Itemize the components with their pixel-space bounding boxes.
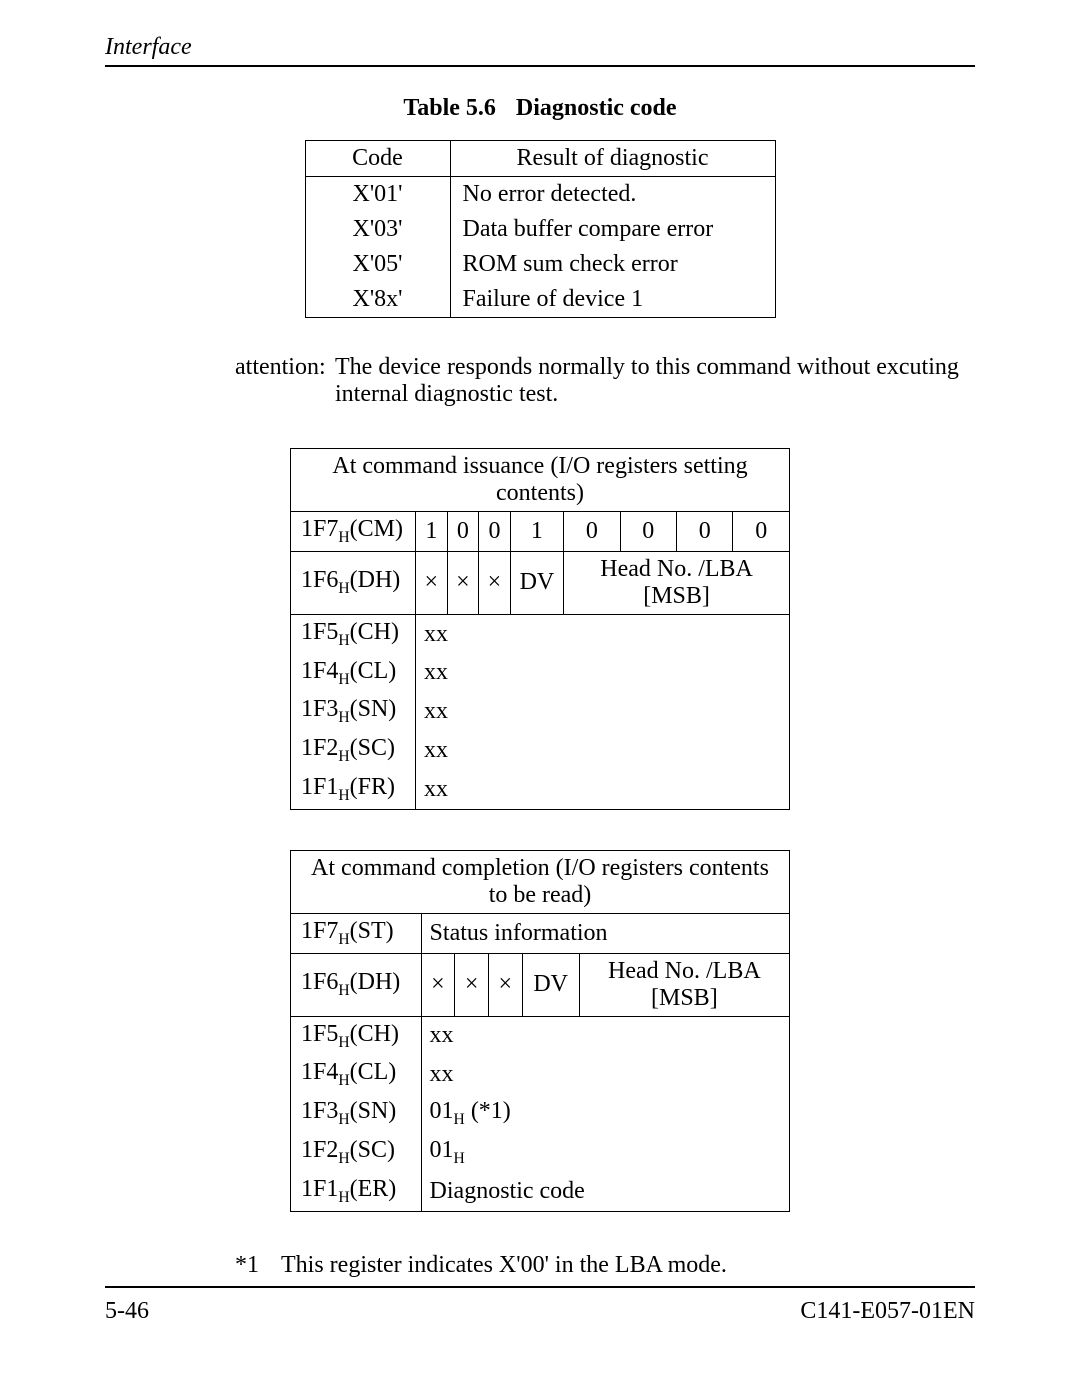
reg-label: 1F3H(SN) [291, 692, 416, 731]
bit-cell: 1 [510, 512, 563, 552]
attention-text: The device responds normally to this com… [335, 354, 975, 408]
page-number: 5-46 [105, 1298, 149, 1325]
reg-label: 1F7H(ST) [291, 913, 422, 953]
value-cell: xx [416, 654, 790, 693]
reg-label: 1F7H(CM) [291, 512, 416, 552]
reg-label: 1F4H(CL) [291, 654, 416, 693]
value-cell: xx [416, 731, 790, 770]
reg-label: 1F1H(ER) [291, 1172, 422, 1211]
result-cell: Failure of device 1 [450, 282, 775, 318]
bit-cell: × [479, 551, 511, 614]
reg-label: 1F5H(CH) [291, 614, 416, 653]
table-row: 1F1H(ER) Diagnostic code [291, 1172, 790, 1211]
attention-label: attention: [235, 354, 335, 408]
table-row: 1F3H(SN) xx [291, 692, 790, 731]
table-row: X'03' Data buffer compare error [305, 212, 775, 247]
bit-cell: DV [510, 551, 563, 614]
value-cell: Diagnostic code [421, 1172, 789, 1211]
caption-number: Table 5.6 [403, 95, 495, 121]
table-row: 1F2H(SC) xx [291, 731, 790, 770]
running-header: Interface [105, 34, 975, 67]
value-cell: 01H [421, 1133, 789, 1172]
completion-title: At command completion (I/O registers con… [291, 850, 790, 913]
bit-cell: 1 [416, 512, 448, 552]
document-id: C141-E057-01EN [800, 1298, 975, 1325]
col-result: Result of diagnostic [450, 141, 775, 177]
reg-label: 1F2H(SC) [291, 731, 416, 770]
code-cell: X'03' [305, 212, 450, 247]
table-row: 1F3H(SN) 01H (*1) [291, 1094, 790, 1133]
col-code: Code [305, 141, 450, 177]
table-row: 1F4H(CL) xx [291, 654, 790, 693]
table-row: 1F7H(ST) Status information [291, 913, 790, 953]
bit-cell: Head No. /LBA [MSB] [564, 551, 790, 614]
footnote-label: *1 [235, 1252, 281, 1279]
value-cell: xx [416, 770, 790, 809]
value-cell: xx [421, 1016, 789, 1055]
bit-cell: × [421, 953, 455, 1016]
table-row: 1F7H(CM) 1 0 0 1 0 0 0 0 [291, 512, 790, 552]
bit-cell: 0 [676, 512, 732, 552]
bit-cell: 0 [620, 512, 676, 552]
table-row: X'8x' Failure of device 1 [305, 282, 775, 318]
value-cell: xx [416, 692, 790, 731]
code-cell: X'01' [305, 177, 450, 213]
value-cell: xx [416, 614, 790, 653]
bit-cell: 0 [479, 512, 511, 552]
completion-register-table: At command completion (I/O registers con… [290, 850, 790, 1212]
bit-cell: 0 [447, 512, 479, 552]
bit-cell: 0 [733, 512, 790, 552]
attention-note: attention: The device responds normally … [235, 354, 975, 408]
table-row: 1F6H(DH) × × × DV Head No. /LBA [MSB] [291, 953, 790, 1016]
reg-label: 1F6H(DH) [291, 953, 422, 1016]
table-row: 1F5H(CH) xx [291, 1016, 790, 1055]
footnote-text: This register indicates X'00' in the LBA… [281, 1252, 727, 1279]
reg-label: 1F6H(DH) [291, 551, 416, 614]
code-cell: X'05' [305, 247, 450, 282]
code-cell: X'8x' [305, 282, 450, 318]
footnote: *1 This register indicates X'00' in the … [235, 1252, 975, 1279]
bit-cell: × [416, 551, 448, 614]
bit-cell: × [447, 551, 479, 614]
bit-cell: DV [522, 953, 579, 1016]
table-5-6-caption: Table 5.6 Diagnostic code [105, 95, 975, 122]
table-row: X'01' No error detected. [305, 177, 775, 213]
result-cell: ROM sum check error [450, 247, 775, 282]
table-row: X'05' ROM sum check error [305, 247, 775, 282]
page-footer: 5-46 C141-E057-01EN [105, 1286, 975, 1325]
table-row: 1F4H(CL) xx [291, 1055, 790, 1094]
value-cell: Status information [421, 913, 789, 953]
table-row: 1F2H(SC) 01H [291, 1133, 790, 1172]
issuance-title: At command issuance (I/O registers setti… [291, 449, 790, 512]
bit-cell: 0 [564, 512, 620, 552]
reg-label: 1F2H(SC) [291, 1133, 422, 1172]
reg-label: 1F1H(FR) [291, 770, 416, 809]
value-cell: xx [421, 1055, 789, 1094]
reg-label: 1F5H(CH) [291, 1016, 422, 1055]
bit-cell: Head No. /LBA [MSB] [579, 953, 789, 1016]
table-row: 1F6H(DH) × × × DV Head No. /LBA [MSB] [291, 551, 790, 614]
result-cell: Data buffer compare error [450, 212, 775, 247]
result-cell: No error detected. [450, 177, 775, 213]
caption-title: Diagnostic code [516, 95, 677, 121]
table-row: 1F5H(CH) xx [291, 614, 790, 653]
reg-label: 1F3H(SN) [291, 1094, 422, 1133]
bit-cell: × [488, 953, 522, 1016]
reg-label: 1F4H(CL) [291, 1055, 422, 1094]
bit-cell: × [455, 953, 489, 1016]
table-row: 1F1H(FR) xx [291, 770, 790, 809]
issuance-register-table: At command issuance (I/O registers setti… [290, 448, 790, 810]
value-cell: 01H (*1) [421, 1094, 789, 1133]
diagnostic-code-table: Code Result of diagnostic X'01' No error… [305, 140, 776, 318]
